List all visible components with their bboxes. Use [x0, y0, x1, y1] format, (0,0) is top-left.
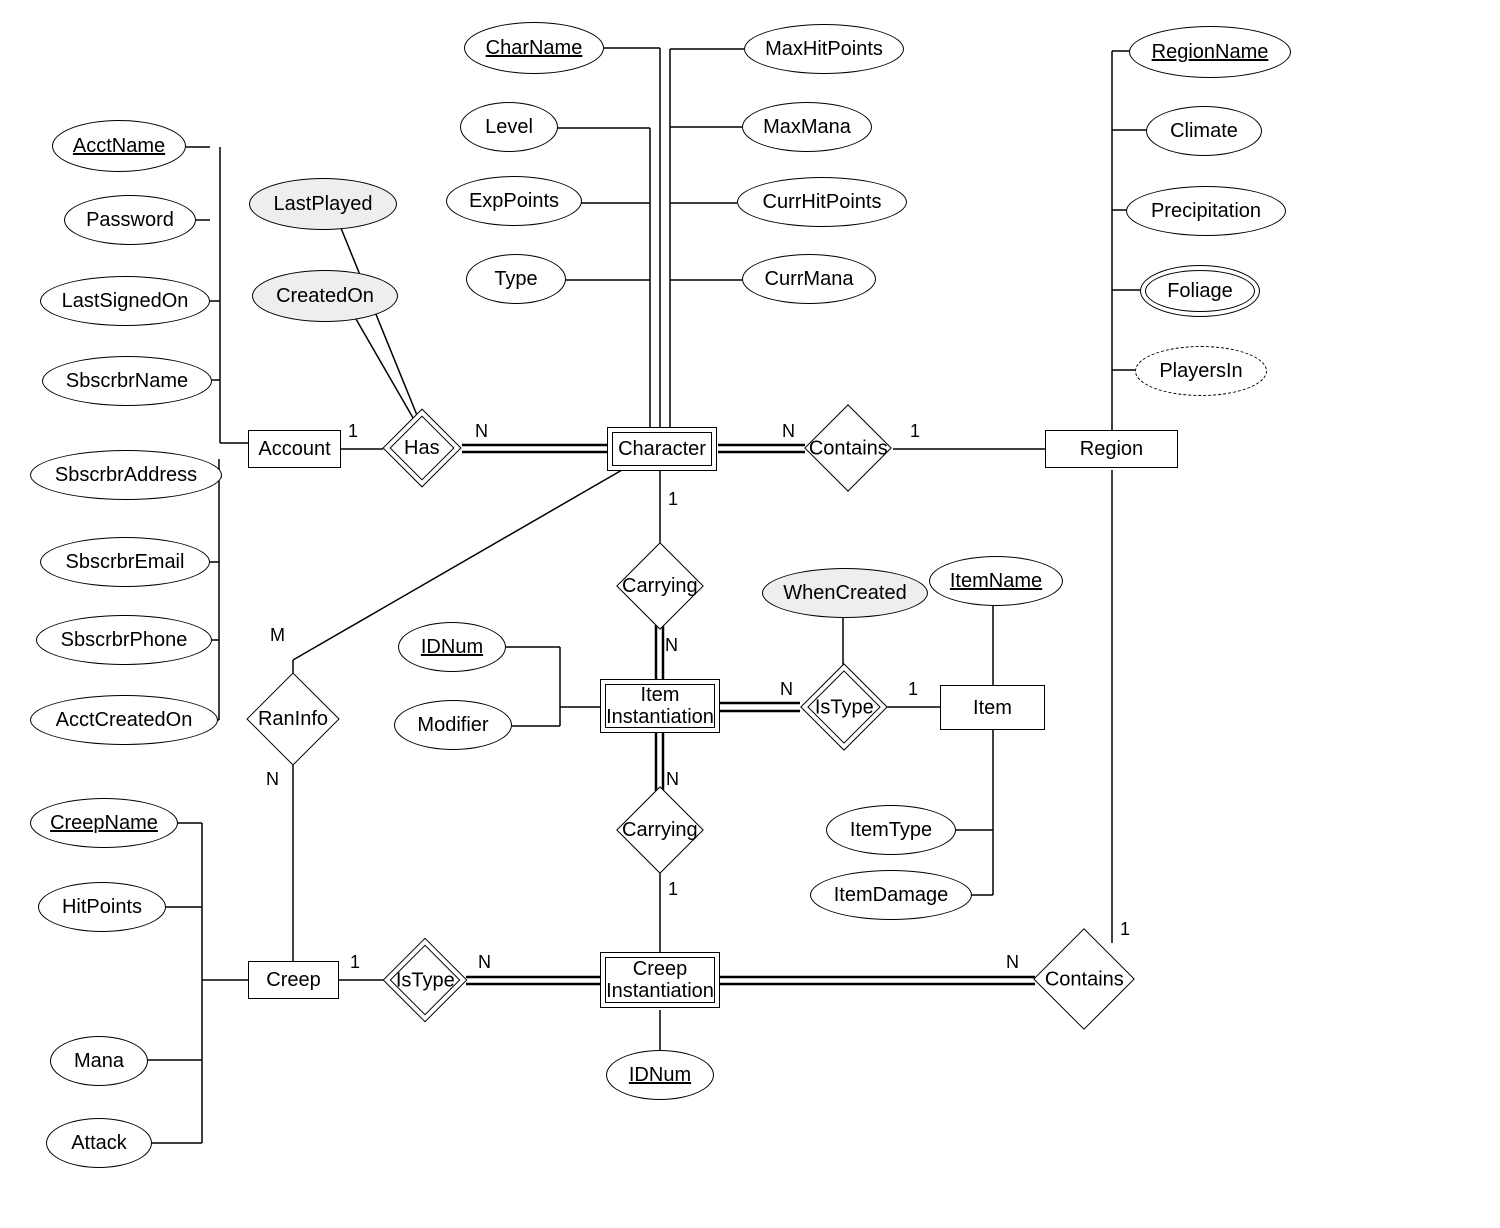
attr-charname: CharName — [464, 22, 604, 74]
card-creepinst-carrying: 1 — [668, 880, 678, 900]
attr-currhitpoints: CurrHitPoints — [737, 177, 907, 227]
card-account-has: 1 — [348, 422, 358, 442]
relationship-has: Has — [382, 408, 461, 487]
relationship-istype-creep-label: IsType — [396, 969, 455, 991]
entity-region: Region — [1045, 430, 1178, 468]
attr-creepname: CreepName — [30, 798, 178, 848]
card-contains-region2: 1 — [1120, 920, 1130, 940]
attr-itemname: ItemName — [929, 556, 1063, 606]
card-raninfo-char: M — [270, 626, 285, 646]
entity-creep: Creep — [248, 961, 339, 999]
card-creepinst-contains: N — [1006, 953, 1019, 973]
relationship-raninfo: RanInfo — [246, 672, 339, 765]
attr-idnum-item: IDNum — [398, 622, 506, 672]
entity-character: Character — [607, 427, 717, 471]
attr-acctname: AcctName — [52, 120, 186, 172]
attr-sbscrbrname: SbscrbrName — [42, 356, 212, 406]
attr-sbscrbremail: SbscrbrEmail — [40, 537, 210, 587]
relationship-istype-item-label: IsType — [815, 696, 874, 718]
relationship-contains-creepinst: Contains — [1033, 928, 1135, 1030]
card-contains-region: 1 — [910, 422, 920, 442]
attr-whencreated: WhenCreated — [762, 568, 928, 618]
entity-item-instantiation: Item Instantiation — [600, 679, 720, 733]
attr-lastsignedon: LastSignedOn — [40, 276, 210, 326]
attr-lastplayed: LastPlayed — [249, 178, 397, 230]
attr-password: Password — [64, 195, 196, 245]
relationship-contains-character: Contains — [804, 404, 892, 492]
entity-item: Item — [940, 685, 1045, 730]
relationship-contains-creep-label: Contains — [1045, 968, 1124, 990]
attr-level: Level — [460, 102, 558, 152]
attr-foliage: Foliage — [1140, 265, 1260, 317]
er-diagram-canvas: Account Character Region Creep Item Inst… — [0, 0, 1500, 1228]
relationship-carrying-char-label: Carrying — [622, 575, 698, 597]
card-carrying-iteminst: N — [665, 636, 678, 656]
card-raninfo-creep: N — [266, 770, 279, 790]
relationship-istype-item: IsType — [800, 663, 888, 751]
attr-modifier: Modifier — [394, 700, 512, 750]
attr-precipitation: Precipitation — [1126, 186, 1286, 236]
relationship-has-label: Has — [404, 437, 440, 459]
attr-sbscrbraddress: SbscrbrAddress — [30, 450, 222, 500]
card-character-contains: N — [782, 422, 795, 442]
relationship-contains-char-label: Contains — [809, 437, 888, 459]
attr-maxmana: MaxMana — [742, 102, 872, 152]
attr-climate: Climate — [1146, 106, 1262, 156]
attr-mana: Mana — [50, 1036, 148, 1086]
attr-idnum-creep: IDNum — [606, 1050, 714, 1100]
attr-itemtype: ItemType — [826, 805, 956, 855]
card-has-character: N — [475, 422, 488, 442]
card-istype-item: 1 — [908, 680, 918, 700]
card-istype-creepinst: N — [478, 953, 491, 973]
attr-type: Type — [466, 254, 566, 304]
attr-attack: Attack — [46, 1118, 152, 1168]
attr-hitpoints: HitPoints — [38, 882, 166, 932]
card-character-carrying: 1 — [668, 490, 678, 510]
attr-sbscrbrphone: SbscrbrPhone — [36, 615, 212, 665]
attr-playersin: PlayersIn — [1135, 346, 1267, 396]
attr-regionname: RegionName — [1129, 26, 1291, 78]
relationship-raninfo-label: RanInfo — [258, 708, 328, 730]
relationship-istype-creep: IsType — [383, 938, 468, 1023]
relationship-carrying-creep: Carrying — [616, 786, 704, 874]
attr-acctcreatedon: AcctCreatedOn — [30, 695, 218, 745]
relationship-carrying-character: Carrying — [616, 542, 704, 630]
relationship-carrying-creep-label: Carrying — [622, 819, 698, 841]
attr-createdon: CreatedOn — [252, 270, 398, 322]
entity-account: Account — [248, 430, 341, 468]
card-iteminst-istype: N — [780, 680, 793, 700]
attr-maxhitpoints: MaxHitPoints — [744, 24, 904, 74]
card-carrying-iteminst2: N — [666, 770, 679, 790]
attr-exppoints: ExpPoints — [446, 176, 582, 226]
entity-creep-instantiation: Creep Instantiation — [600, 952, 720, 1008]
attr-itemdamage: ItemDamage — [810, 870, 972, 920]
card-creep-istype: 1 — [350, 953, 360, 973]
attr-currmana: CurrMana — [742, 254, 876, 304]
